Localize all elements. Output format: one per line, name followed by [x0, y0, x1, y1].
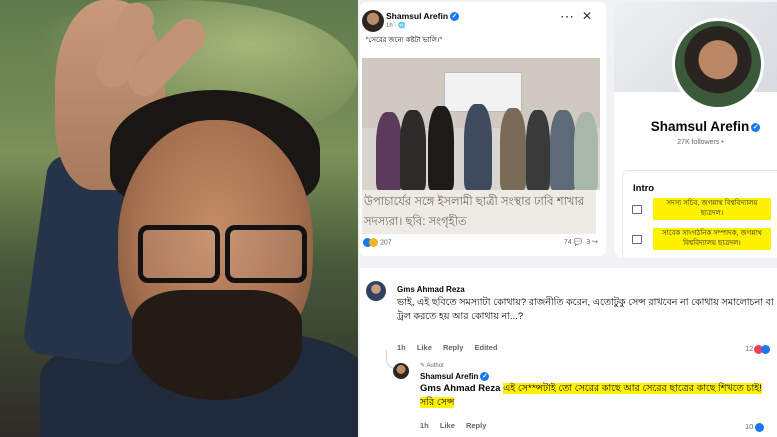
- post-author-avatar[interactable]: [362, 10, 384, 32]
- profile-card: Shamsul Arefin ✓ 27K followers • Intro সদ…: [614, 2, 777, 258]
- intro-item-2: সাবেক সাংগঠনিক সম্পাদক, জগন্নাথ বিশ্ববিদ…: [653, 228, 771, 250]
- reply-reaction-count[interactable]: 10: [745, 422, 765, 432]
- more-icon[interactable]: ⋯: [560, 8, 574, 25]
- post-caption: "সেরের জন্যে কষ্টটা ভালি।": [366, 37, 442, 44]
- close-icon[interactable]: ✕: [582, 9, 592, 23]
- beard: [132, 290, 302, 400]
- verified-icon: ✓: [480, 372, 490, 382]
- comment-reply-button[interactable]: Reply: [443, 343, 463, 352]
- briefcase-icon: [632, 235, 642, 244]
- briefcase-icon: [632, 205, 642, 214]
- comment-thread: Gms Ahmad Reza ভাই, এই ছবিতে সমস্যাটা কো…: [360, 268, 777, 437]
- haha-reaction-icon: [369, 238, 378, 247]
- verified-icon: ✓: [450, 12, 460, 22]
- reply-author-name[interactable]: Shamsul Arefin ✓: [420, 372, 490, 382]
- commenter-avatar[interactable]: [366, 281, 386, 301]
- comment-edited-label: Edited: [474, 343, 498, 352]
- verified-icon: ✓: [751, 122, 761, 132]
- like-reaction-icon: [755, 422, 765, 432]
- news-headline: উপাচার্যের সঙ্গে ইসলামী ছাত্রী সংস্থার ঢ…: [362, 190, 596, 234]
- comment-like-button[interactable]: Like: [417, 343, 432, 352]
- profile-photo-large: [0, 0, 358, 437]
- author-reply: ✎ Author Shamsul Arefin ✓ Gms Ahmad Reza …: [384, 350, 777, 432]
- comment-actions: 1h Like Reply Edited: [397, 343, 506, 352]
- post-author-name[interactable]: Shamsul Arefin ✓: [386, 11, 460, 22]
- profile-name: Shamsul Arefin ✓: [650, 119, 761, 134]
- commenter-name[interactable]: Gms Ahmad Reza: [397, 285, 465, 294]
- comment-text: ভাই, এই ছবিতে সমস্যাটা কোথায়? রাজনীতি ক…: [397, 297, 774, 322]
- reply-text: Gms Ahmad Reza এই সে**ন্সটাই তো সেরের কা…: [420, 382, 775, 410]
- facebook-post: Shamsul Arefin ✓ 1h · 🌐 ⋯ ✕ "সেরের জন্যে …: [360, 2, 606, 256]
- intro-item-1: সদস্য সচিব, জগন্নাথ বিশ্ববিদ্যালয় ছাত্র…: [653, 198, 771, 220]
- comment-reaction-count[interactable]: 12: [745, 344, 771, 354]
- reply-author-avatar[interactable]: [393, 363, 409, 379]
- post-stats[interactable]: 74 💬 3 ↪: [564, 238, 598, 246]
- reply-like-button[interactable]: Like: [440, 421, 455, 430]
- mention-link[interactable]: Gms Ahmad Reza: [420, 383, 500, 394]
- glasses-left: [138, 225, 220, 283]
- author-badge: ✎ Author: [420, 363, 445, 369]
- followers-count[interactable]: 27K followers •: [614, 139, 777, 146]
- profile-picture[interactable]: [672, 18, 764, 110]
- reaction-summary[interactable]: 207: [363, 238, 392, 247]
- reply-time[interactable]: 1h: [420, 421, 429, 430]
- intro-title: Intro: [633, 183, 655, 194]
- post-time[interactable]: 1h · 🌐: [386, 22, 406, 29]
- reply-actions: 1h Like Reply: [420, 421, 495, 430]
- post-image[interactable]: [362, 58, 600, 190]
- like-reaction-icon: [761, 344, 771, 354]
- glasses-right: [225, 225, 307, 283]
- reply-reply-button[interactable]: Reply: [466, 421, 486, 430]
